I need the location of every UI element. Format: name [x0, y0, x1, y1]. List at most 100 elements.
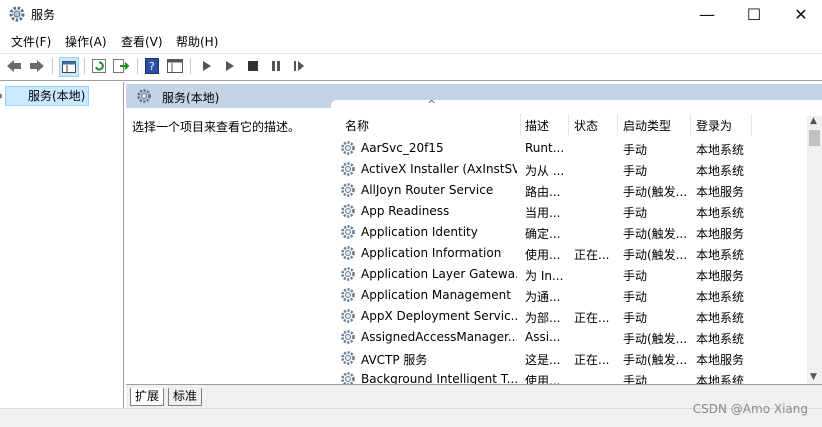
menu-view[interactable]: 查看(V) [121, 33, 163, 50]
table-row[interactable]: ActiveX Installer (AxInstSV) 为从 ... 手动 本地系统 [331, 159, 801, 180]
service-description: 为通... [525, 290, 561, 304]
svg-text:?: ? [149, 60, 155, 73]
table-row[interactable]: Application Layer Gatewa... 为 In... 手动 本地服务 [331, 264, 801, 285]
close-icon: ✕ [794, 4, 808, 24]
column-divider [568, 114, 569, 136]
tree-item-services-local[interactable]: 服务(本地) [0, 86, 90, 106]
maximize-icon: ☐ [746, 4, 762, 24]
pause-service-icon[interactable] [267, 57, 285, 75]
column-divider [690, 114, 691, 136]
column-header-log-on-as[interactable]: 登录为 [696, 116, 732, 136]
service-description: 为从 ... [525, 164, 565, 178]
tab-standard[interactable]: 标准 [168, 388, 203, 406]
menu-bar: 文件(F) 操作(A) 查看(V) 帮助(H) [0, 30, 822, 52]
service-name: AarSvc_20f15 [361, 141, 444, 155]
console-tree-icon[interactable] [59, 57, 79, 77]
minimize-icon: — [699, 4, 715, 24]
service-name: Application Layer Gatewa... [361, 267, 517, 281]
service-description: Assi... [525, 330, 561, 344]
services-gear-icon [0, 88, 3, 104]
forward-arrow-icon[interactable] [28, 57, 46, 75]
menu-action[interactable]: 操作(A) [65, 33, 107, 50]
table-row[interactable]: App Readiness 当用... 手动 本地系统 [331, 201, 801, 222]
tab-extended[interactable]: 扩展 [130, 388, 165, 406]
service-gear-icon [340, 224, 356, 240]
watermark: CSDN @Amo Xiang [692, 402, 808, 416]
service-log-on-as: 本地系统 [696, 164, 745, 178]
service-name: AppX Deployment Servic... [361, 309, 517, 323]
restart-service-icon[interactable] [290, 57, 308, 75]
service-startup-type: 手动(触发... [623, 248, 688, 262]
column-header-status[interactable]: 状态 [574, 116, 598, 136]
service-log-on-as: 本地服务 [696, 353, 745, 367]
toolbar-divider [137, 58, 138, 74]
table-row[interactable]: AllJoyn Router Service 路由... 手动(触发... 本地服务 [331, 180, 801, 201]
back-arrow-icon[interactable] [5, 57, 23, 75]
service-description: 使用... [525, 248, 561, 262]
menu-file[interactable]: 文件(F) [11, 33, 51, 50]
service-status: 正在... [574, 353, 610, 367]
stop-service-icon[interactable] [244, 57, 262, 75]
refresh-icon[interactable] [90, 57, 108, 75]
service-description: Runt... [525, 141, 565, 155]
scroll-up-icon[interactable]: ▲ [810, 116, 817, 126]
toolbar-divider [84, 58, 85, 74]
help-icon[interactable]: ? [143, 57, 161, 75]
service-description: 为部... [525, 311, 561, 325]
toolbar: ? [0, 53, 822, 78]
column-divider [751, 114, 752, 136]
service-startup-type: 手动 [623, 143, 648, 157]
service-startup-type: 手动 [623, 164, 648, 178]
close-button[interactable]: ✕ [778, 0, 822, 28]
service-log-on-as: 本地系统 [696, 290, 745, 304]
services-gear-icon [8, 5, 26, 23]
tree-item-label: 服务(本地) [28, 89, 86, 103]
service-name: ActiveX Installer (AxInstSV) [361, 162, 517, 176]
content-divider [0, 80, 822, 81]
maximize-button[interactable]: ☐ [731, 0, 777, 28]
service-startup-type: 手动(触发... [623, 185, 688, 199]
table-row[interactable]: AVCTP 服务 这是... 正在... 手动(触发... 本地服务 [331, 348, 801, 369]
service-gear-icon [340, 266, 356, 282]
table-row[interactable]: AssignedAccessManager... Assi... 手动(触发... 本… [331, 327, 801, 348]
description-text: 选择一个项目来查看它的描述。 [132, 120, 301, 134]
service-gear-icon [340, 287, 356, 303]
service-name: Application Identity [361, 225, 478, 239]
service-startup-type: 手动 [623, 206, 648, 220]
service-startup-type: 手动(触发... [623, 332, 688, 346]
column-divider [617, 114, 618, 136]
column-header-description[interactable]: 描述 [525, 116, 549, 136]
column-header-startup-type[interactable]: 启动类型 [623, 116, 671, 136]
service-startup-type: 手动 [623, 311, 648, 325]
export-list-icon[interactable] [112, 57, 130, 75]
vertical-scrollbar[interactable]: ▲ ▼ [807, 116, 822, 386]
services-list: ^ 名称 描述 状态 启动类型 登录为 AarSvc_20f15 Runt... 手… [331, 98, 822, 388]
service-startup-type: 手动(触发... [623, 353, 688, 367]
toolbar-divider [52, 58, 53, 74]
minimize-button[interactable]: — [684, 0, 730, 28]
service-log-on-as: 本地系统 [696, 143, 745, 157]
service-name: AssignedAccessManager... [361, 330, 517, 344]
scroll-down-icon[interactable]: ▼ [810, 372, 817, 382]
table-row[interactable]: Application Management 为通... 手动 本地系统 [331, 285, 801, 306]
start-service-icon[interactable] [198, 57, 216, 75]
menu-help[interactable]: 帮助(H) [176, 33, 218, 50]
table-row[interactable]: AarSvc_20f15 Runt... 手动 本地系统 [331, 138, 801, 159]
table-row[interactable]: Application Identity 确定... 手动(触发... 本地服务 [331, 222, 801, 243]
service-log-on-as: 本地系统 [696, 332, 745, 346]
service-gear-icon [340, 245, 356, 261]
column-divider [520, 114, 521, 136]
service-gear-icon [340, 140, 356, 156]
service-gear-icon [340, 182, 356, 198]
column-header-name[interactable]: 名称 [345, 116, 369, 136]
service-gear-icon [340, 161, 356, 177]
properties-icon[interactable] [166, 57, 184, 75]
scrollbar-thumb[interactable] [809, 130, 820, 146]
start-service-alt-icon[interactable] [221, 57, 239, 75]
service-description: 确定... [525, 227, 561, 241]
table-row[interactable]: Application Information 使用... 正在... 手动(触发..… [331, 243, 801, 264]
service-log-on-as: 本地服务 [696, 227, 745, 241]
window-title: 服务 [31, 8, 56, 22]
service-startup-type: 手动(触发... [623, 227, 688, 241]
table-row[interactable]: AppX Deployment Servic... 为部... 正在... 手动 本地系… [331, 306, 801, 327]
